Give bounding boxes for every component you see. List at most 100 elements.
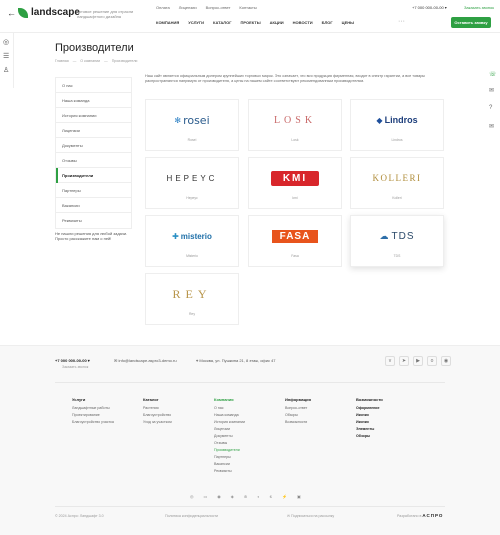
footer-link[interactable]: Отзывы [214, 440, 245, 447]
brand-card-hepeyc[interactable]: HEPEYC Нерeус [145, 157, 239, 209]
user-icon[interactable]: ♙ [3, 66, 9, 74]
filter-icon[interactable]: ☰ [3, 52, 9, 60]
currency-icon[interactable]: ◎ [3, 38, 9, 46]
made-by[interactable]: Разработано в АСПРО [397, 513, 443, 518]
top-link-payment[interactable]: Оплата [156, 5, 170, 10]
help-text: Не нашли решения для любой задачи. Прост… [55, 231, 128, 241]
footer-link[interactable]: Обзоры [356, 433, 383, 440]
sidebar-item-reviews[interactable]: Отзывы [56, 153, 131, 168]
footer-col-heading[interactable]: Информация [285, 396, 311, 403]
vk-icon[interactable]: v [385, 356, 395, 366]
footer-link[interactable]: Ландшафтные работы [72, 405, 114, 412]
privacy-policy-link[interactable]: Политика конфиденциальности [165, 514, 218, 518]
footer-link[interactable]: Элементы [356, 426, 383, 433]
breadcrumb-separator: — [72, 59, 77, 63]
top-link-licenses[interactable]: Лицензии [179, 5, 197, 10]
footer-callback[interactable]: Заказать звонок [62, 365, 88, 369]
sidebar-item-documents[interactable]: Документы [56, 138, 131, 153]
brand-card-rey[interactable]: REY Rey [145, 273, 239, 325]
top-link-faq[interactable]: Вопрос-ответ [206, 5, 231, 10]
sidebar-item-team[interactable]: Наша команда [56, 93, 131, 108]
footer-link[interactable]: Проектирование [72, 412, 114, 419]
footer-link[interactable]: Уход за участком [143, 419, 172, 426]
odnoklassniki-icon[interactable]: o [427, 356, 437, 366]
footer-link[interactable]: Благоустройство [143, 412, 172, 419]
sidebar-item-requisites[interactable]: Реквизиты [56, 213, 131, 228]
brand-logo: FASA [271, 229, 319, 243]
breadcrumb: Главная — О компании — Производители [55, 59, 137, 63]
footer-email[interactable]: ✉ info@landscape.aspro3-demo.ru [114, 358, 177, 363]
brand-logo: Lindros [384, 115, 418, 125]
footer-link[interactable]: Возможности [285, 419, 311, 426]
nav-services[interactable]: Услуги [188, 20, 213, 25]
brand-card-fasa[interactable]: FASA Fasa [248, 215, 342, 267]
more-menu-icon[interactable]: ··· [398, 18, 405, 25]
footer-col-company: Компания О нас Наша команда История комп… [214, 396, 245, 475]
nav-projects[interactable]: Проекты [240, 20, 269, 25]
footer-link[interactable]: Иконки [356, 419, 383, 426]
brand-card-rosei[interactable]: ✻ rosei Rosei [145, 99, 239, 151]
viber-icon[interactable]: ◉ [441, 356, 451, 366]
footer-link[interactable]: Партнеры [214, 454, 245, 461]
footer-link[interactable]: История компании [214, 419, 245, 426]
sidebar-item-history[interactable]: История компании [56, 108, 131, 123]
nav-news[interactable]: Новости [293, 20, 322, 25]
request-button[interactable]: Оставить заявку [451, 17, 491, 28]
misterio-icon: ✚ [172, 231, 179, 241]
header-phone[interactable]: +7 000 000-00-00 ▾ [412, 5, 447, 10]
brand-card-tds[interactable]: ☁ TDS TDS [350, 215, 444, 267]
telegram-icon[interactable]: ➤ [399, 356, 409, 366]
footer-link[interactable]: О нас [214, 405, 245, 412]
footer-link-active[interactable]: Производители [214, 447, 245, 454]
sidebar-item-vacancies[interactable]: Вакансии [56, 198, 131, 213]
nav-promotions[interactable]: Акции [270, 20, 293, 25]
nav-prices[interactable]: Цены [342, 20, 363, 25]
footer-link[interactable]: Оформление [356, 405, 383, 412]
sidebar-item-about[interactable]: О нас [56, 78, 131, 93]
payment-icon: ⚡ [281, 494, 287, 499]
brand-card-kmi[interactable]: KMI kmi [248, 157, 342, 209]
question-icon[interactable]: ? [489, 105, 492, 111]
footer-link[interactable]: Наша команда [214, 412, 245, 419]
top-link-contacts[interactable]: Контакты [239, 5, 256, 10]
youtube-icon[interactable]: ▶ [413, 356, 423, 366]
brand-caption: Fasa [291, 254, 299, 258]
footer-phone[interactable]: +7 000 000-00-00 ▾ [55, 358, 90, 363]
footer-link[interactable]: Документы [214, 433, 245, 440]
nav-blog[interactable]: Блог [322, 20, 342, 25]
breadcrumb-home[interactable]: Главная [55, 59, 69, 63]
callback-link[interactable]: Заказать звонок [464, 5, 494, 10]
brand-card-losk[interactable]: LOSK Losk [248, 99, 342, 151]
payment-icon: ⊛ [243, 494, 248, 499]
sidebar-item-licenses[interactable]: Лицензии [56, 123, 131, 138]
breadcrumb-company[interactable]: О компании [80, 59, 100, 63]
brand-caption: Kolleri [392, 196, 402, 200]
footer-link[interactable]: Вакансии [214, 461, 245, 468]
brand-card-misterio[interactable]: ✚ misterio Misterio [145, 215, 239, 267]
footer-link[interactable]: Благоустройство участка [72, 419, 114, 426]
site-logo[interactable]: landscape [18, 7, 80, 18]
footer-col-heading[interactable]: Возможности [356, 396, 383, 403]
footer-link[interactable]: Растения [143, 405, 172, 412]
brand-card-lindros[interactable]: ◆ Lindros Lindros [350, 99, 444, 151]
breadcrumb-current: Производители [111, 59, 138, 63]
footer-link[interactable]: Лицензии [214, 426, 245, 433]
back-arrow-icon[interactable]: ← [7, 8, 16, 18]
footer-col-heading[interactable]: Услуги [72, 396, 114, 403]
subscribe-link[interactable]: ✉ Подписаться на рассылку [287, 514, 334, 518]
payment-icon: ◉ [217, 494, 221, 499]
nav-catalog[interactable]: Каталог [213, 20, 240, 25]
footer-link[interactable]: Вопрос-ответ [285, 405, 311, 412]
sidebar-item-partners[interactable]: Партнеры [56, 183, 131, 198]
footer-link[interactable]: Иконки [356, 412, 383, 419]
sidebar-item-manufacturers[interactable]: Производители [56, 168, 131, 183]
phone-icon[interactable]: ☏ [489, 71, 497, 78]
footer-link[interactable]: Обзоры [285, 412, 311, 419]
mail-icon[interactable]: ✉ [489, 123, 494, 130]
chat-icon[interactable]: ✉ [489, 87, 494, 94]
nav-company[interactable]: Компания [156, 20, 188, 25]
brand-card-kolleri[interactable]: KOLLERI Kolleri [350, 157, 444, 209]
footer-col-heading[interactable]: Каталог [143, 396, 172, 403]
footer-col-heading[interactable]: Компания [214, 396, 245, 403]
footer-link[interactable]: Реквизиты [214, 468, 245, 475]
